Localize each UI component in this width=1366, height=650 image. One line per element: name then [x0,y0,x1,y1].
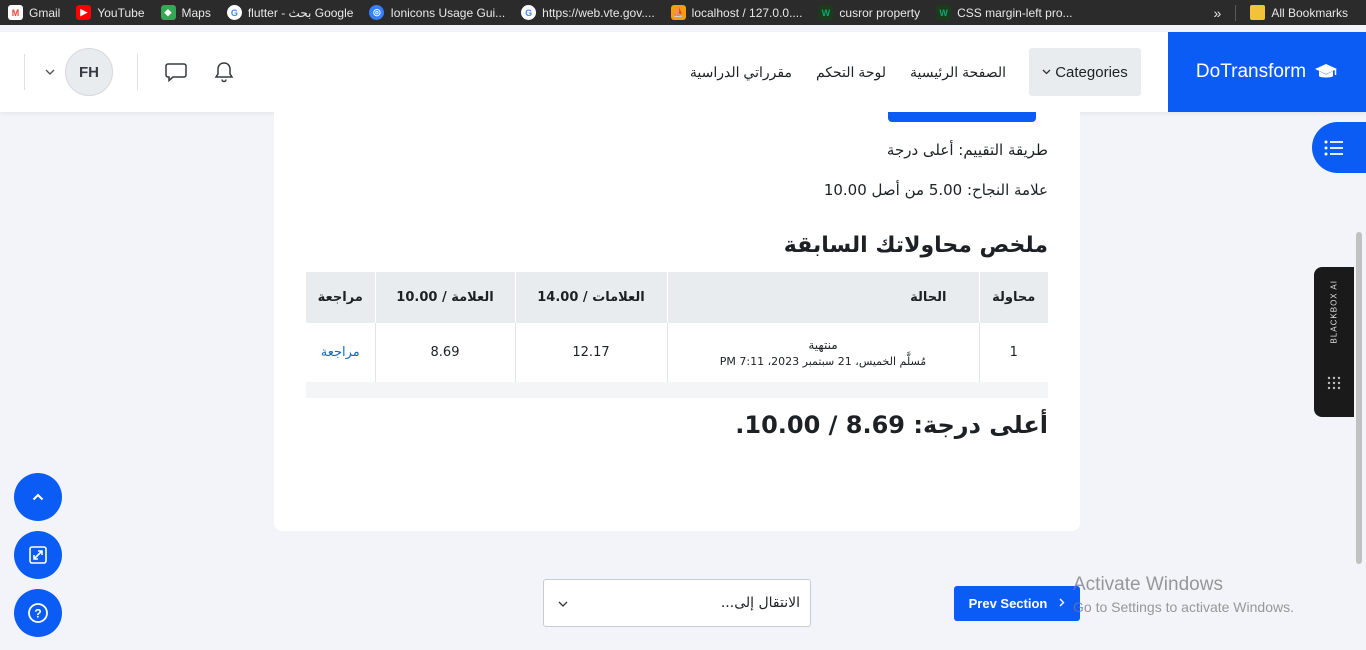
top-navbar: FH الصفحة الرئيسية لوحة التحكم مقرراتي ا… [0,32,1366,112]
pass-grade: علامة النجاح: 5.00 من أصل 10.00 [823,181,1048,199]
google-icon: G [226,5,242,20]
chevron-down-icon[interactable] [45,67,55,78]
more-bookmarks-button[interactable]: » [1206,0,1230,25]
table-row: 1 منتهية مُسلَّم الخميس، 21 سبتمبر 2023،… [306,323,1048,382]
w-icon: W [936,5,952,20]
chevron-down-icon [1042,67,1051,78]
categories-button[interactable]: Categories [1029,48,1141,96]
blackbox-label: BLACKBOX AI [1329,280,1339,344]
brand-logo[interactable]: DoTransform [1168,32,1366,112]
svg-text:?: ? [34,607,41,621]
chevron-right-icon [1059,598,1065,610]
bookmark-vte[interactable]: G https://web.vte.gov.... [513,0,663,25]
column-header-review: مراجعة [306,272,375,323]
bookmark-gmail[interactable]: M Gmail [0,0,68,25]
all-bookmarks-button[interactable]: All Bookmarks [1242,0,1356,25]
youtube-icon: ▶ [76,5,92,20]
graduation-cap-icon [1315,64,1338,78]
course-index-toggle[interactable] [1312,122,1366,173]
nav-dashboard[interactable]: لوحة التحكم [816,64,886,81]
help-icon: ? [28,603,48,623]
status-label: منتهية [808,337,838,352]
bookmark-ionicons[interactable]: ◎ Ionicons Usage Gui... [361,0,513,25]
bookmark-localhost[interactable]: ⛵ localhost / 127.0.0.... [663,0,811,25]
nav-home[interactable]: الصفحة الرئيسية [910,64,1006,81]
chat-icon [165,63,187,82]
folder-icon [1250,5,1266,20]
blackbox-ai-tab[interactable]: BLACKBOX AI [1314,267,1354,417]
page-scrollbar[interactable] [1356,232,1362,564]
table-header-row: محاولة الحالة العلامات / 14.00 العلامة /… [306,272,1048,323]
bookmark-maps[interactable]: ◆ Maps [153,0,219,25]
submitted-date: مُسلَّم الخميس، 21 سبتمبر 2023، 7:11 PM [719,354,927,368]
review-link[interactable]: مراجعة [321,345,360,360]
notifications-button[interactable] [208,56,240,88]
highest-grade: أعلى درجة: 8.69 / 10.00. [735,411,1048,439]
bell-icon [214,62,234,83]
prev-section-button[interactable]: Prev Section [954,586,1080,621]
scroll-top-button[interactable] [14,473,62,521]
column-header-status: الحالة [666,272,979,323]
attempts-table: محاولة الحالة العلامات / 14.00 العلامة /… [306,272,1048,382]
bookmarks-bar: M Gmail ▶ YouTube ◆ Maps G flutter - بحث… [0,0,1366,25]
attempt-marks: 12.17 [514,323,667,382]
messages-button[interactable] [160,56,192,88]
bookmark-css-margin[interactable]: W CSS margin-left pro... [928,0,1080,25]
bookmark-flutter-search[interactable]: G flutter - بحث Google [219,0,362,25]
bookmark-youtube[interactable]: ▶ YouTube [68,0,152,25]
list-icon [1324,140,1343,155]
navbar-divider [24,54,25,90]
chevron-up-icon [32,493,44,501]
gmail-icon: M [8,5,23,20]
windows-activation-watermark: Activate Windows Go to Settings to activ… [1073,574,1294,615]
column-header-attempt: محاولة [978,272,1048,323]
bookmark-divider [1235,4,1237,21]
attempts-summary-heading: ملخص محاولاتك السابقة [783,233,1048,258]
column-header-grade: العلامة / 10.00 [374,272,515,323]
chevron-down-icon [558,595,568,611]
google-icon: G [521,5,537,20]
attempt-quiz-button[interactable] [888,112,1036,122]
attempt-number: 1 [978,323,1048,382]
fullscreen-button[interactable] [14,531,62,579]
column-header-marks: العلامات / 14.00 [514,272,667,323]
table-footer [306,382,1048,398]
expand-icon [29,546,47,564]
review-cell: مراجعة [306,323,375,382]
phpmyadmin-icon: ⛵ [670,5,686,20]
help-button[interactable]: ? [14,589,62,637]
user-menu-area: FH [24,32,240,112]
maps-icon: ◆ [160,5,176,20]
bookmark-cursor-property[interactable]: W cusror property [810,0,928,25]
avatar[interactable]: FH [65,48,113,96]
jump-to-select[interactable]: الانتقال إلى... [543,579,811,627]
attempt-status: منتهية مُسلَّم الخميس، 21 سبتمبر 2023، 7… [666,323,979,382]
primary-navigation: الصفحة الرئيسية لوحة التحكم مقرراتي الدر… [690,32,1006,112]
ionicons-icon: ◎ [369,5,385,20]
attempt-grade: 8.69 [374,323,515,382]
navbar-divider [137,54,138,90]
grading-method: طريقة التقييم: أعلى درجة [886,141,1048,159]
w-icon: W [818,5,834,20]
blackbox-logo-icon [1327,376,1341,390]
nav-my-courses[interactable]: مقرراتي الدراسية [690,64,792,81]
